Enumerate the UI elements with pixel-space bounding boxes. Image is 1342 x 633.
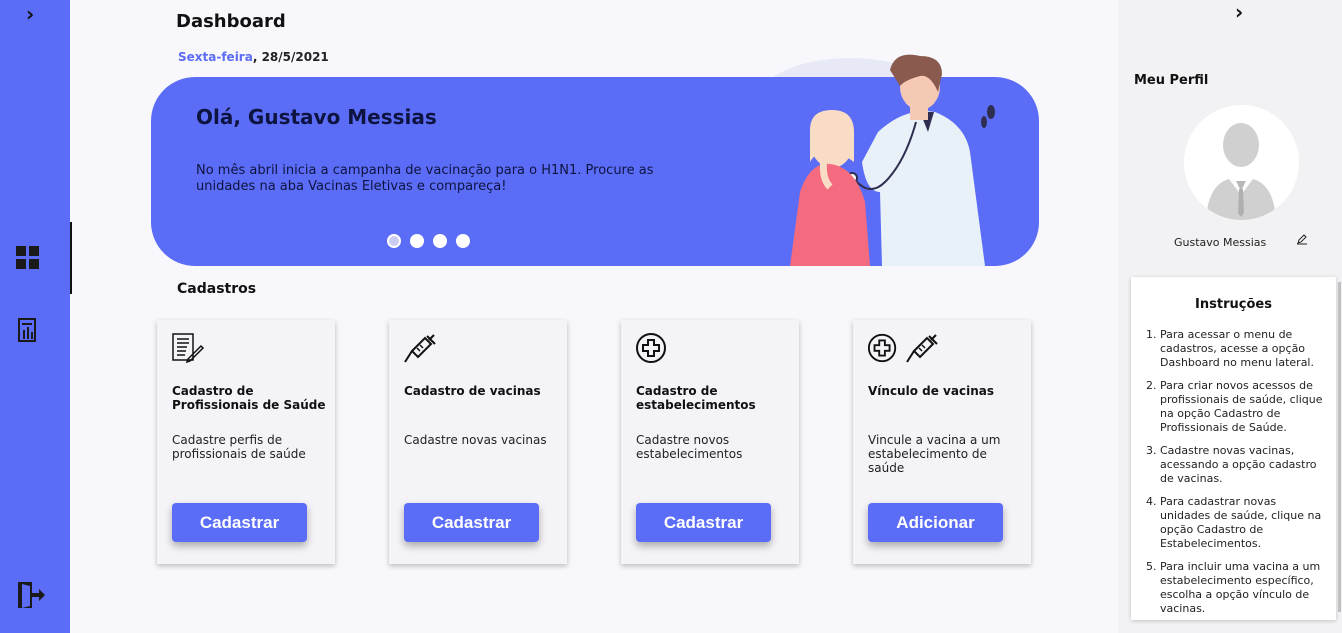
- instruction-item: Para cadastrar novas unidades de saúde, …: [1160, 495, 1329, 551]
- cadastros-section-title: Cadastros: [177, 281, 257, 297]
- card-description: Cadastre perfis de profissionais de saúd…: [172, 433, 306, 461]
- expand-sidebar-chevron-right-icon[interactable]: ›: [26, 2, 34, 26]
- profile-title: Meu Perfil: [1134, 73, 1209, 88]
- cadastrar-vacinas-button[interactable]: Cadastrar: [404, 503, 539, 542]
- current-date: Sexta-feira, 28/5/2021: [178, 50, 329, 64]
- medical-cross-icon: [867, 333, 897, 363]
- card-description: Vincule a vacina a um estabelecimento de…: [868, 433, 1001, 475]
- syringe-icon: [404, 334, 436, 363]
- instructions-scrollbar[interactable]: [1338, 282, 1341, 612]
- card-title: Cadastro de vacinas: [404, 384, 541, 398]
- instructions-list: Para acessar o menu de cadastros, acesse…: [1147, 328, 1329, 620]
- doctor-patient-illustration: [790, 54, 995, 266]
- left-sidebar: ›: [0, 0, 72, 633]
- card-description: Cadastre novos estabelecimentos: [636, 433, 743, 461]
- cadastrar-profissionais-button[interactable]: Cadastrar: [172, 503, 307, 542]
- dashboard-icon[interactable]: [16, 246, 40, 270]
- card-cadastro-vacinas: Cadastro de vacinas Cadastre novas vacin…: [389, 320, 567, 564]
- card-title: Cadastro de estabelecimentos: [636, 384, 756, 412]
- instructions-title: Instruções: [1195, 297, 1272, 312]
- instruction-item: Para incluir uma vacina a um estabelecim…: [1160, 560, 1329, 616]
- card-title: Vínculo de vacinas: [868, 384, 994, 398]
- instructions-panel: Instruções Para acessar o menu de cadast…: [1131, 277, 1336, 620]
- page-title: Dashboard: [176, 11, 286, 32]
- carousel-dot-3[interactable]: [433, 234, 447, 248]
- date-weekday: Sexta-feira: [178, 50, 253, 64]
- avatar: [1184, 105, 1299, 220]
- syringe-icon: [906, 334, 938, 363]
- card-title: Cadastro de Profissionais de Saúde: [172, 384, 326, 412]
- medical-cross-icon: [636, 333, 666, 363]
- date-value: , 28/5/2021: [252, 50, 329, 64]
- logout-icon[interactable]: [16, 580, 46, 610]
- report-icon[interactable]: [18, 318, 40, 344]
- card-cadastro-estabelecimentos: Cadastro de estabelecimentos Cadastre no…: [621, 320, 799, 564]
- banner-message: No mês abril inicia a campanha de vacina…: [196, 163, 654, 194]
- banner-greeting: Olá, Gustavo Messias: [196, 105, 437, 129]
- main-content: Dashboard Sexta-feira, 28/5/2021 Olá, Gu…: [70, 0, 1118, 633]
- card-cadastro-profissionais: Cadastro de Profissionais de Saúde Cadas…: [157, 320, 335, 564]
- adicionar-vinculo-button[interactable]: Adicionar: [868, 503, 1003, 542]
- cadastrar-estabelecimentos-button[interactable]: Cadastrar: [636, 503, 771, 542]
- carousel-dot-4[interactable]: [456, 234, 470, 248]
- carousel-dots: [387, 234, 470, 248]
- carousel-dot-2[interactable]: [410, 234, 424, 248]
- card-vinculo-vacinas: Vínculo de vacinas Vincule a vacina a um…: [853, 320, 1031, 564]
- instruction-item: Cadastre novas vacinas, acessando a opçã…: [1160, 444, 1329, 486]
- instruction-item: Para acessar o menu de cadastros, acesse…: [1160, 328, 1329, 370]
- instruction-item: Para criar novos acessos de profissionai…: [1160, 379, 1329, 435]
- document-form-icon: [172, 333, 205, 364]
- user-silhouette-icon: [1184, 105, 1298, 220]
- card-description: Cadastre novas vacinas: [404, 433, 547, 447]
- expand-panel-chevron-right-icon[interactable]: ›: [1235, 0, 1243, 24]
- right-profile-panel: › Meu Perfil Gustavo Messias Instruções …: [1118, 0, 1342, 633]
- carousel-dot-1[interactable]: [387, 234, 401, 248]
- edit-pencil-icon[interactable]: [1296, 233, 1308, 245]
- profile-user-name: Gustavo Messias: [1174, 236, 1267, 249]
